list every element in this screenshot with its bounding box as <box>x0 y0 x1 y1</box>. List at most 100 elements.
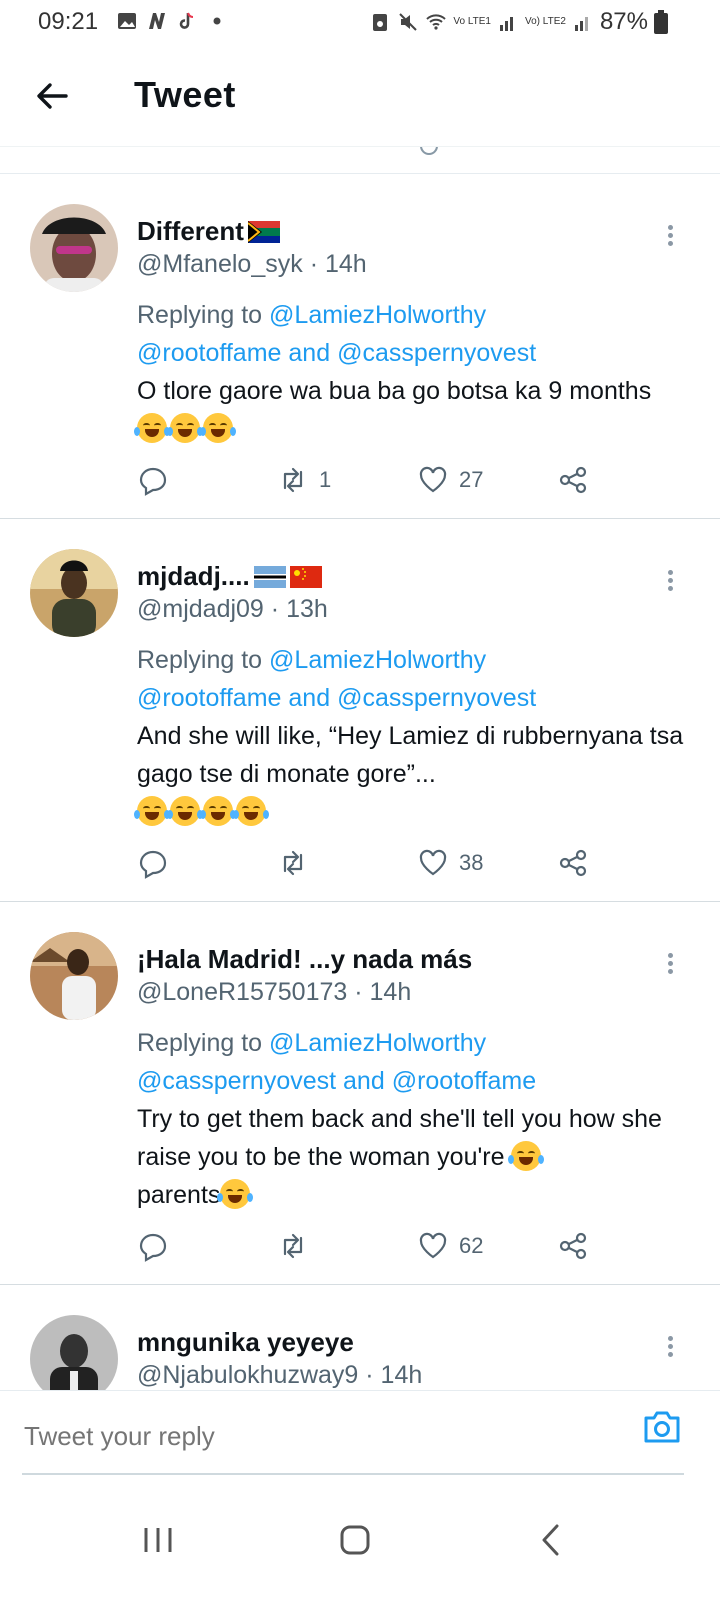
display-name[interactable]: ¡Hala Madrid! ...y nada más <box>137 944 472 975</box>
timestamp: · 14h <box>365 1361 423 1389</box>
botswana-flag <box>253 565 286 588</box>
laughing-tears-emoji <box>200 413 236 443</box>
status-bar: 09:21 Vo LTE1 Vo) LTE2 87% <box>0 0 720 46</box>
reply-underline <box>22 1473 684 1475</box>
home-icon[interactable] <box>325 1510 385 1570</box>
arrow-left-icon[interactable] <box>30 74 74 118</box>
network-label-2: Vo) LTE2 <box>525 16 566 27</box>
mention-link[interactable]: @LamiezHolworthy <box>269 301 486 329</box>
gallery-icon <box>118 13 136 29</box>
timestamp: · 13h <box>270 595 328 623</box>
user-handle[interactable]: @mjdadj09 <box>137 595 264 623</box>
laughing-tears-emoji <box>233 796 269 826</box>
retweet-button[interactable]: 1 <box>277 464 331 496</box>
reply-icon <box>139 1233 167 1262</box>
retweet-icon <box>283 467 303 493</box>
user-handle[interactable]: @LoneR15750173 <box>137 978 347 1006</box>
page-title: Tweet <box>134 74 236 115</box>
network-label-1: Vo LTE1 <box>453 16 491 27</box>
crying-emoji <box>217 1179 254 1209</box>
battery-percent: 87% <box>599 8 648 35</box>
display-name[interactable]: mngunika yeyeye <box>137 1327 354 1358</box>
system-nav-bar <box>0 1480 720 1600</box>
tweet[interactable]: mjdadj.... @mjdadj09 · 13h Replying to @… <box>0 519 720 902</box>
tweet-actions: 1 27 <box>137 464 607 504</box>
mention-link[interactable]: @casspernyovest <box>337 339 536 367</box>
mention-link[interactable]: @rootoffame <box>137 684 281 712</box>
app-header: Tweet <box>0 46 720 147</box>
mute-icon <box>399 13 418 31</box>
dot-icon <box>213 17 221 25</box>
china-flag <box>289 565 322 588</box>
avatar[interactable] <box>30 1315 118 1390</box>
more-options-button[interactable] <box>662 1333 678 1367</box>
more-options-button[interactable] <box>662 950 678 984</box>
display-name[interactable]: Different <box>137 216 244 247</box>
n-icon <box>149 13 165 29</box>
more-options-button[interactable] <box>662 567 678 601</box>
reply-composer <box>0 1390 720 1475</box>
retweet-button[interactable] <box>277 1230 319 1262</box>
tweet-actions: 38 <box>137 847 607 887</box>
laughing-tears-emoji <box>167 413 203 443</box>
tweet-actions: 62 <box>137 1230 607 1270</box>
tweet-text: O tlore gaore wa bua ba go botsa ka 9 mo… <box>134 372 687 448</box>
share-button[interactable] <box>557 847 589 879</box>
reply-button[interactable] <box>137 1230 169 1262</box>
heart-icon <box>419 466 447 493</box>
like-count: 38 <box>459 850 484 875</box>
tweet[interactable]: ¡Hala Madrid! ...y nada más @LoneR157501… <box>0 902 720 1285</box>
share-icon <box>559 849 587 877</box>
timestamp: · 14h <box>354 978 412 1006</box>
share-button[interactable] <box>557 1230 589 1262</box>
more-options-button[interactable] <box>662 222 678 256</box>
share-button[interactable] <box>557 464 589 496</box>
retweet-icon <box>283 850 303 876</box>
retweet-button[interactable] <box>277 847 319 879</box>
share-icon <box>559 466 587 494</box>
retweet-count: 1 <box>319 467 332 492</box>
mention-link[interactable]: @LamiezHolworthy <box>269 646 486 674</box>
tweet-text: Try to get them back and she'll tell you… <box>137 1105 662 1209</box>
tiktok-icon <box>179 12 194 29</box>
replying-to: Replying to @LamiezHolworthy @casspernyo… <box>137 1029 537 1095</box>
recent-apps-icon[interactable] <box>128 1510 188 1570</box>
share-icon <box>559 1232 587 1260</box>
back-icon[interactable] <box>522 1510 582 1570</box>
like-button[interactable]: 62 <box>417 1230 483 1262</box>
tweet[interactable]: Different @Mfanelo_syk · 14h Replying to… <box>0 174 720 519</box>
reply-icon <box>139 467 167 496</box>
laughing-tears-emoji <box>200 796 236 826</box>
timestamp: · 14h <box>309 250 367 278</box>
mention-link[interactable]: @casspernyovest <box>137 1067 336 1095</box>
save-icon <box>373 14 388 31</box>
like-count: 62 <box>459 1233 484 1258</box>
like-button[interactable]: 27 <box>417 464 483 496</box>
clock: 09:21 <box>38 8 99 35</box>
laughing-tears-emoji <box>134 413 170 443</box>
reply-icon <box>139 850 167 879</box>
reply-input[interactable] <box>22 1405 636 1467</box>
battery-icon <box>654 10 668 34</box>
heart-icon <box>419 849 447 876</box>
laughing-tears-emoji <box>167 796 203 826</box>
mention-link[interactable]: @LamiezHolworthy <box>269 1029 486 1057</box>
like-button[interactable]: 38 <box>417 847 483 879</box>
south-africa-flag <box>247 220 280 243</box>
signal-icon <box>500 17 513 31</box>
reply-feed[interactable]: Different @Mfanelo_syk · 14h Replying to… <box>0 147 720 1390</box>
mention-link[interactable]: @rootoffame <box>392 1067 536 1095</box>
user-handle[interactable]: @Mfanelo_syk <box>137 250 303 278</box>
mention-link[interactable]: @casspernyovest <box>337 684 536 712</box>
user-handle[interactable]: @Njabulokhuzway9 <box>137 1361 358 1389</box>
reply-button[interactable] <box>137 464 169 496</box>
avatar[interactable] <box>30 549 118 637</box>
replying-to: Replying to @LamiezHolworthy @rootoffame… <box>137 646 537 712</box>
tweet[interactable]: mngunika yeyeye @Njabulokhuzway9 · 14h <box>0 1285 720 1390</box>
avatar[interactable] <box>30 932 118 1020</box>
camera-icon[interactable] <box>640 1405 684 1449</box>
mention-link[interactable]: @rootoffame <box>137 339 281 367</box>
reply-button[interactable] <box>137 847 169 879</box>
avatar[interactable] <box>30 204 118 292</box>
display-name[interactable]: mjdadj.... <box>137 561 250 592</box>
